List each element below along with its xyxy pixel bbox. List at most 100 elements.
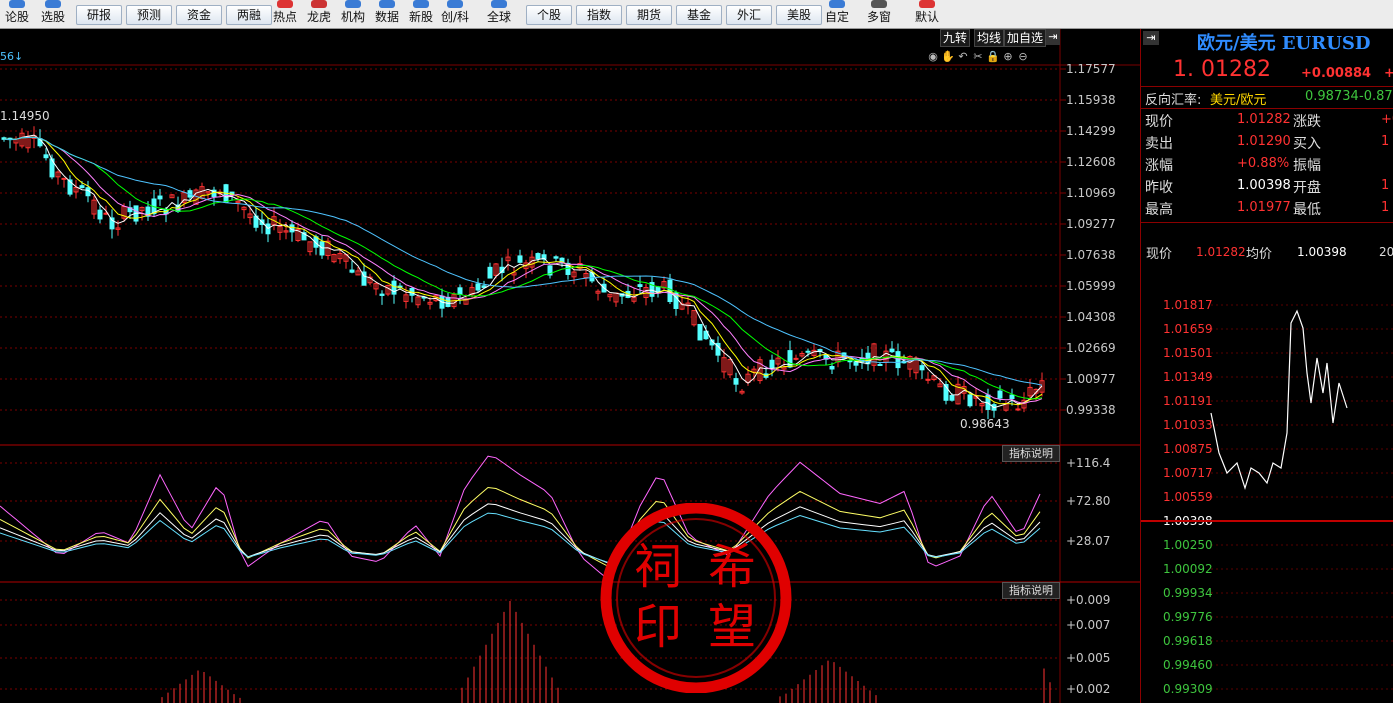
ma-parameter-label: 56↓ bbox=[0, 50, 24, 63]
toolbar-item-11[interactable]: 创/科 bbox=[438, 0, 472, 28]
chart-header-button-0[interactable]: 九转 bbox=[940, 29, 971, 47]
candle-body bbox=[61, 177, 67, 180]
toolbar-button-14[interactable]: 指数 bbox=[576, 5, 622, 25]
quote-row-label: 卖出 bbox=[1145, 136, 1173, 152]
indicator2-axis-label: +0.007 bbox=[1066, 618, 1110, 632]
eye-icon[interactable]: ◉ bbox=[926, 50, 940, 64]
price-axis-label: 1.07638 bbox=[1066, 248, 1116, 262]
candle-body bbox=[379, 293, 385, 296]
toolbar-item-21[interactable]: 默认 bbox=[910, 0, 944, 28]
candle-body bbox=[967, 394, 973, 407]
chart-icon bbox=[9, 0, 25, 8]
candle-body bbox=[1009, 394, 1015, 400]
toolbar-item-label: 默认 bbox=[914, 10, 939, 24]
toolbar-item-1[interactable]: 选股 bbox=[36, 0, 70, 28]
toolbar-button-4[interactable]: 资金 bbox=[176, 5, 222, 25]
low-price-annotation: 0.98643 bbox=[960, 417, 1010, 431]
toolbar-button-5[interactable]: 两融 bbox=[226, 5, 272, 25]
toolbar-item-label: 新股 bbox=[408, 10, 433, 24]
quote-row-value: +0.88% bbox=[1237, 156, 1290, 171]
toolbar-item-6[interactable]: 热点 bbox=[268, 0, 302, 28]
minute-chart[interactable]: 1.01817 1.01659 1.01501 1.01349 1.01191 1.010… bbox=[1141, 263, 1393, 703]
price-axis-label: 1.17577 bbox=[1066, 62, 1116, 76]
minute-price-line bbox=[1210, 309, 1348, 491]
minute-axis-label: 0.99776 bbox=[1163, 610, 1213, 624]
toolbar-item-0[interactable]: 论股 bbox=[0, 0, 34, 28]
quote-row-value2: +0 bbox=[1381, 112, 1393, 127]
lock-icon[interactable]: 🔒 bbox=[986, 50, 1000, 64]
candle-body bbox=[349, 269, 355, 273]
minute-avg: 1.00398 bbox=[1297, 245, 1347, 259]
candle-body bbox=[793, 357, 799, 360]
candle-body bbox=[697, 323, 703, 341]
toolbar-item-8[interactable]: 机构 bbox=[336, 0, 370, 28]
toolbar-button-18[interactable]: 美股 bbox=[776, 5, 822, 25]
minute-axis-label: 1.00092 bbox=[1163, 562, 1213, 576]
quote-row-value2: 1 bbox=[1381, 200, 1390, 215]
indicator1-axis-label: +28.07 bbox=[1066, 534, 1110, 548]
candle-body bbox=[517, 255, 523, 263]
toolbar-button-13[interactable]: 个股 bbox=[526, 5, 572, 25]
candle-body bbox=[637, 284, 643, 287]
toolbar-button-2[interactable]: 研报 bbox=[76, 5, 122, 25]
main-chart-area[interactable]: 1.17577 1.15938 1.14299 1.12608 1.10969 1.092… bbox=[0, 29, 1140, 703]
chart-header-button-2[interactable]: 加自选 bbox=[1004, 29, 1047, 47]
toolbar-item-9[interactable]: 数据 bbox=[370, 0, 404, 28]
candle-body bbox=[895, 351, 901, 369]
reverse-rate-price: 0.98734 bbox=[1305, 89, 1359, 104]
minute-axis-label: 0.99618 bbox=[1163, 634, 1213, 648]
toolbar-button-16[interactable]: 基金 bbox=[676, 5, 722, 25]
zoom-out-icon[interactable]: ⊖ bbox=[1016, 50, 1030, 64]
candle-body bbox=[997, 390, 1003, 399]
scissors-icon[interactable]: ✂ bbox=[971, 50, 985, 64]
candle-body bbox=[877, 363, 883, 366]
toolbar-item-7[interactable]: 龙虎 bbox=[302, 0, 336, 28]
new-stock-icon bbox=[413, 0, 429, 8]
minute-axis-label: 1.00875 bbox=[1163, 442, 1213, 456]
toolbar-button-17[interactable]: 外汇 bbox=[726, 5, 772, 25]
indicator2-help-button[interactable]: 指标说明 bbox=[1002, 582, 1060, 599]
toolbar-button-15[interactable]: 期货 bbox=[626, 5, 672, 25]
minute-axis-label: 0.99309 bbox=[1163, 682, 1213, 696]
quote-row-label: 最高 bbox=[1145, 202, 1173, 218]
candle-body bbox=[475, 283, 481, 291]
minute-axis-label: 1.00250 bbox=[1163, 538, 1213, 552]
toolbar-item-12[interactable]: 全球 bbox=[474, 0, 524, 28]
minute-axis-label: 1.01349 bbox=[1163, 370, 1213, 384]
quote-row-label2: 振幅 bbox=[1293, 158, 1321, 174]
default-layout-icon bbox=[919, 0, 935, 8]
candle-body bbox=[535, 253, 541, 260]
collapse-panel-icon[interactable]: ⇥ bbox=[1143, 31, 1159, 45]
zoom-in-icon[interactable]: ⊕ bbox=[1001, 50, 1015, 64]
quote-row-label: 昨收 bbox=[1145, 180, 1173, 196]
indicator1-help-button[interactable]: 指标说明 bbox=[1002, 445, 1060, 462]
quote-row-label2: 涨跌 bbox=[1293, 114, 1321, 130]
price-axis-label: 0.99338 bbox=[1066, 403, 1116, 417]
toolbar-item-label: 创/科 bbox=[440, 10, 470, 24]
hand-icon[interactable]: ✋ bbox=[941, 50, 955, 64]
kline-chart[interactable]: 1.17577 1.15938 1.14299 1.12608 1.10969 1.092… bbox=[0, 29, 1140, 703]
toolbar-item-19[interactable]: 自定 bbox=[820, 0, 854, 28]
candle-body bbox=[553, 256, 559, 259]
reverse-rate-pair[interactable]: 美元/欧元 bbox=[1210, 89, 1266, 108]
minute-axis-label: 1.00717 bbox=[1163, 466, 1213, 480]
candle-body bbox=[1015, 408, 1021, 411]
price-axis-label: 1.02669 bbox=[1066, 341, 1116, 355]
arrow-right-icon[interactable]: ⇥ bbox=[1046, 29, 1060, 45]
quote-row-value: 1.01282 bbox=[1237, 112, 1291, 127]
toolbar-item-20[interactable]: 多窗 bbox=[862, 0, 896, 28]
quote-row-label: 现价 bbox=[1145, 114, 1173, 130]
candle-body bbox=[769, 359, 775, 369]
toolbar-button-3[interactable]: 预测 bbox=[126, 5, 172, 25]
quote-row-value2: 1 bbox=[1381, 178, 1390, 193]
quote-row-label2: 买入 bbox=[1293, 136, 1321, 152]
quote-change: +0.00884 bbox=[1301, 66, 1372, 81]
price-axis-label: 1.15938 bbox=[1066, 93, 1116, 107]
toolbar-item-10[interactable]: 新股 bbox=[404, 0, 438, 28]
undo-icon[interactable]: ↶ bbox=[956, 50, 970, 64]
candle-body bbox=[445, 296, 451, 307]
chart-header-button-1[interactable]: 均线 bbox=[974, 29, 1005, 47]
quote-row-value: 1.01977 bbox=[1237, 200, 1291, 215]
data-icon bbox=[379, 0, 395, 8]
globe-icon bbox=[491, 0, 507, 8]
